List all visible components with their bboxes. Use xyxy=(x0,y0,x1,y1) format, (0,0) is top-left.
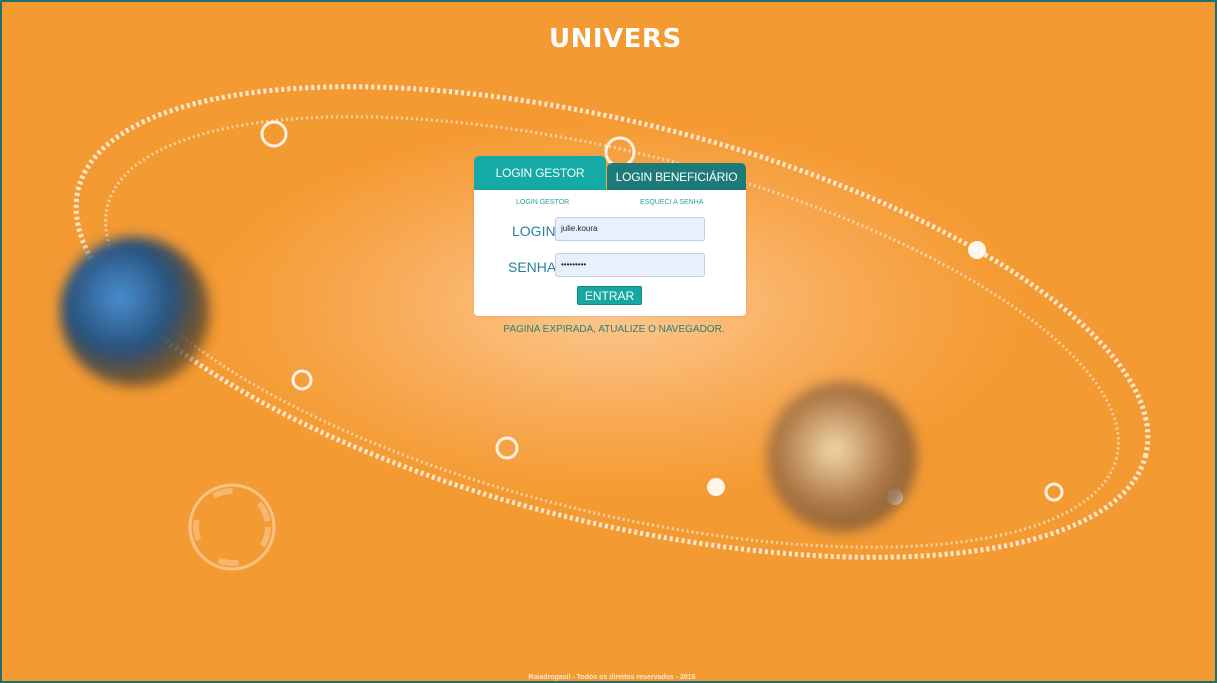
tab-login-beneficiario[interactable]: LOGIN BENEFICIÁRIO xyxy=(607,163,746,191)
login-input[interactable]: julie.koura xyxy=(555,217,705,241)
login-label: LOGIN xyxy=(512,223,556,239)
expired-message: PAGINA EXPIRADA, ATUALIZE O NAVEGADOR. xyxy=(503,324,725,335)
univers-logo: UNIVERS xyxy=(549,24,682,54)
tab-login-gestor[interactable]: LOGIN GESTOR xyxy=(474,156,606,190)
login-panel: LOGIN GESTOR ESQUECI A SENHA LOGIN julie… xyxy=(474,190,746,316)
password-label: SENHA xyxy=(508,259,557,275)
login-gestor-link[interactable]: LOGIN GESTOR xyxy=(516,199,569,206)
forgot-password-link[interactable]: ESQUECI A SENHA xyxy=(640,199,703,206)
footer-copyright: Raiadrogasil - Todos os direitos reserva… xyxy=(528,674,696,681)
password-input[interactable]: ••••••••• xyxy=(555,253,705,277)
login-tabs: LOGIN GESTOR LOGIN BENEFICIÁRIO xyxy=(474,156,746,191)
enter-button[interactable]: ENTRAR xyxy=(577,286,642,305)
decorative-orbit-background xyxy=(60,84,1151,571)
login-page: UNIVERS LOGIN GESTOR LOGIN BENEFICIÁRIO … xyxy=(0,0,1217,683)
